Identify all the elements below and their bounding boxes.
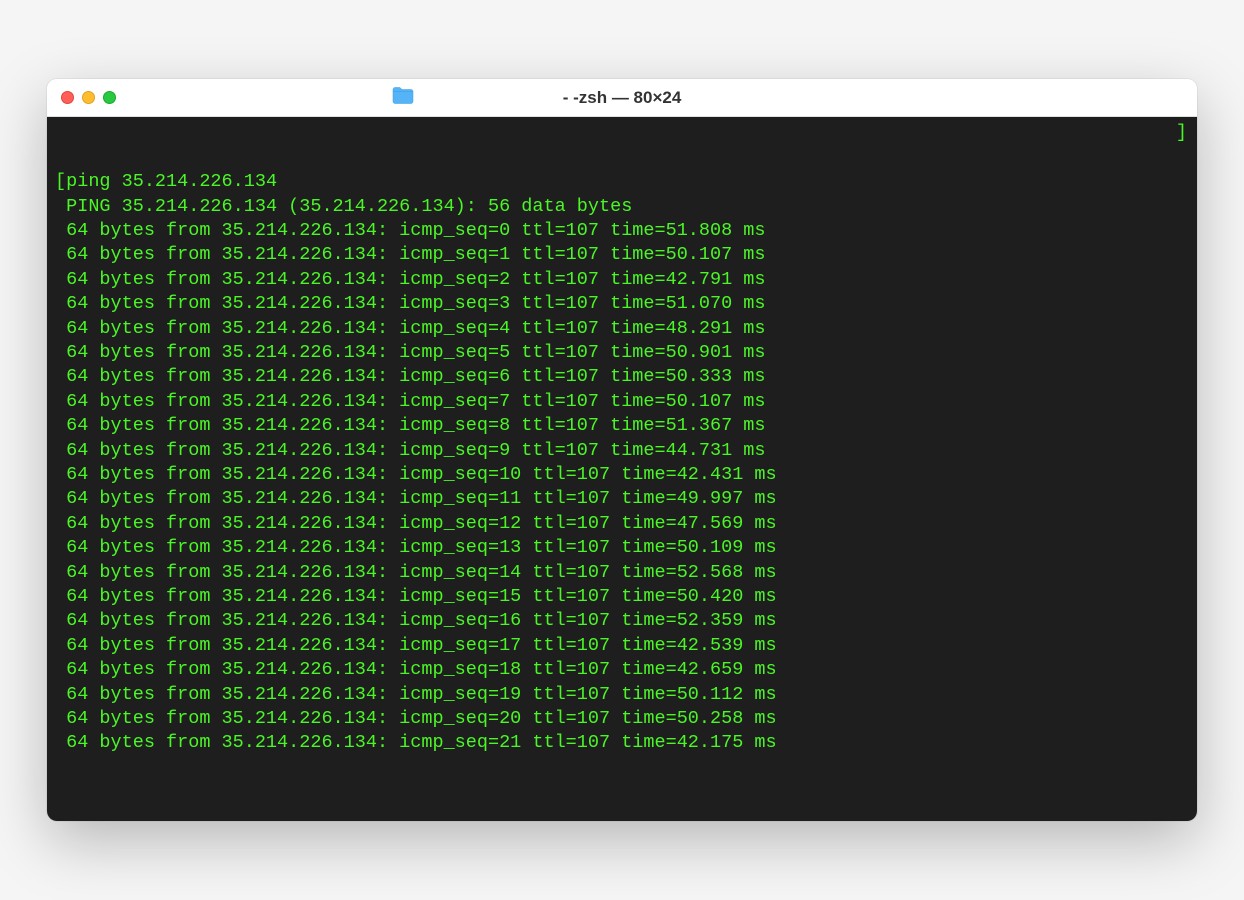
ping-reply-line: 64 bytes from 35.214.226.134: icmp_seq=7… [55, 390, 1189, 414]
titlebar-title-area: - -zsh — 80×24 [563, 88, 682, 108]
ping-reply-line: 64 bytes from 35.214.226.134: icmp_seq=1… [55, 463, 1189, 487]
ping-reply-line: 64 bytes from 35.214.226.134: icmp_seq=1… [55, 512, 1189, 536]
close-button[interactable] [61, 91, 74, 104]
ping-reply-line: 64 bytes from 35.214.226.134: icmp_seq=1… [55, 609, 1189, 633]
ping-reply-line: 64 bytes from 35.214.226.134: icmp_seq=1… [55, 536, 1189, 560]
ping-header-line: PING 35.214.226.134 (35.214.226.134): 56… [55, 195, 1189, 219]
ping-replies: 64 bytes from 35.214.226.134: icmp_seq=0… [55, 219, 1189, 756]
ping-header: PING 35.214.226.134 (35.214.226.134): 56… [66, 196, 632, 217]
ping-reply-line: 64 bytes from 35.214.226.134: icmp_seq=1… [55, 658, 1189, 682]
ping-reply-line: 64 bytes from 35.214.226.134: icmp_seq=1… [55, 634, 1189, 658]
folder-icon [392, 86, 414, 109]
command-text: ping 35.214.226.134 [66, 171, 277, 192]
ping-reply-line: 64 bytes from 35.214.226.134: icmp_seq=6… [55, 365, 1189, 389]
bracket-right-decoration: ] [1176, 121, 1187, 145]
minimize-button[interactable] [82, 91, 95, 104]
ping-reply-line: 64 bytes from 35.214.226.134: icmp_seq=2… [55, 707, 1189, 731]
ping-reply-line: 64 bytes from 35.214.226.134: icmp_seq=1… [55, 585, 1189, 609]
ping-reply-line: 64 bytes from 35.214.226.134: icmp_seq=9… [55, 439, 1189, 463]
ping-reply-line: 64 bytes from 35.214.226.134: icmp_seq=0… [55, 219, 1189, 243]
ping-reply-line: 64 bytes from 35.214.226.134: icmp_seq=2… [55, 731, 1189, 755]
terminal-output[interactable]: ] [ping 35.214.226.134 PING 35.214.226.13… [47, 117, 1197, 820]
traffic-lights [47, 91, 116, 104]
maximize-button[interactable] [103, 91, 116, 104]
ping-reply-line: 64 bytes from 35.214.226.134: icmp_seq=4… [55, 317, 1189, 341]
ping-reply-line: 64 bytes from 35.214.226.134: icmp_seq=5… [55, 341, 1189, 365]
bracket-left-decoration: [ [55, 171, 66, 192]
window-titlebar[interactable]: - -zsh — 80×24 [47, 79, 1197, 117]
ping-reply-line: 64 bytes from 35.214.226.134: icmp_seq=3… [55, 292, 1189, 316]
ping-reply-line: 64 bytes from 35.214.226.134: icmp_seq=1… [55, 561, 1189, 585]
ping-reply-line: 64 bytes from 35.214.226.134: icmp_seq=1… [55, 683, 1189, 707]
terminal-window: - -zsh — 80×24 ] [ping 35.214.226.134 PIN… [47, 79, 1197, 820]
ping-reply-line: 64 bytes from 35.214.226.134: icmp_seq=8… [55, 414, 1189, 438]
window-title: - -zsh — 80×24 [563, 88, 682, 108]
ping-reply-line: 64 bytes from 35.214.226.134: icmp_seq=1… [55, 243, 1189, 267]
ping-reply-line: 64 bytes from 35.214.226.134: icmp_seq=1… [55, 487, 1189, 511]
ping-reply-line: 64 bytes from 35.214.226.134: icmp_seq=2… [55, 268, 1189, 292]
command-line: [ping 35.214.226.134 [55, 170, 1189, 194]
